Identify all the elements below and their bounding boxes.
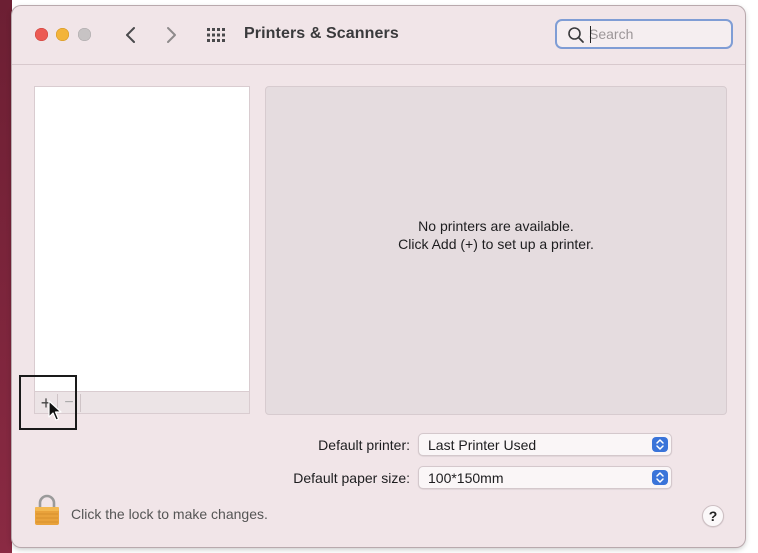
show-all-grid-icon [207,28,225,42]
default-printer-popup[interactable]: Last Printer Used [418,433,672,456]
paper-size-label: Default paper size: [293,470,410,486]
help-button[interactable]: ? [702,505,724,527]
lock-status-text: Click the lock to make changes. [71,506,268,522]
paper-size-value: 100*150mm [428,470,504,486]
close-button[interactable] [35,28,48,41]
printers-scanners-window: Printers & Scanners + − No printers are … [12,6,745,547]
back-button[interactable] [122,23,142,47]
desktop-background [0,0,12,553]
up-down-arrows-icon [652,437,668,452]
printer-detail-panel: No printers are available. Click Add (+)… [265,86,727,415]
search-input[interactable] [589,24,719,44]
search-icon [568,27,584,43]
forward-button[interactable] [162,23,182,47]
no-printers-message: No printers are available. [418,218,574,234]
show-all-button[interactable] [205,25,227,45]
minimize-button[interactable] [56,28,69,41]
search-field[interactable] [555,19,733,49]
paper-size-popup[interactable]: 100*150mm [418,466,672,489]
up-down-arrows-icon [652,470,668,485]
titlebar: Printers & Scanners [12,6,745,65]
mouse-pointer-icon [48,400,62,421]
add-printer-hint: Click Add (+) to set up a printer. [398,236,594,252]
default-printer-label: Default printer: [318,437,410,453]
footer-divider [80,394,81,412]
text-caret [590,26,591,43]
window-title: Printers & Scanners [244,25,399,42]
default-printer-value: Last Printer Used [428,437,537,453]
printer-list[interactable] [34,86,250,413]
chevron-right-icon [167,27,176,43]
chevron-left-icon [126,27,135,43]
lock-icon[interactable] [33,494,61,526]
zoom-button[interactable] [78,28,91,41]
